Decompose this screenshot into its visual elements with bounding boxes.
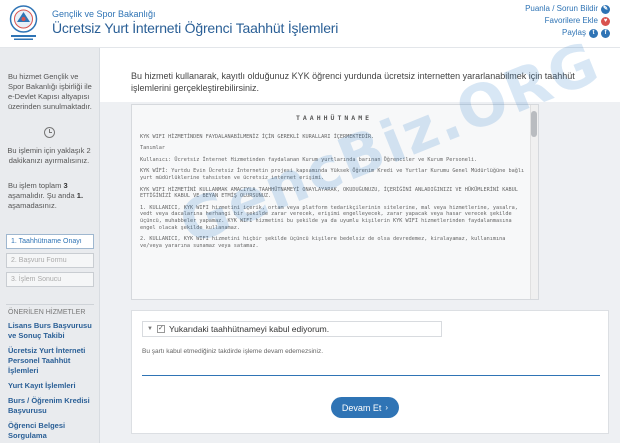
contract-paragraph: Kullanıcı: Ücretsiz İnternet Hizmetinden… xyxy=(140,156,478,163)
service-link[interactable]: Öğrenci Belgesi Sorgulama xyxy=(8,421,96,441)
step-item-result: 3. İşlem Sonucu xyxy=(6,272,94,287)
ministry-logo xyxy=(7,4,40,42)
top-links: Puanla / Sorun Bildir ✎ Favorilere Ekle … xyxy=(525,3,610,39)
divider xyxy=(6,304,94,305)
caret-down-icon: ▼ xyxy=(147,326,153,332)
page-title: Ücretsiz Yurt İnterneti Öğrenci Taahhüt … xyxy=(52,20,339,36)
service-link[interactable]: Ücretsiz Yurt İnterneti Personel Taahhüt… xyxy=(8,346,96,376)
agree-note: Bu şartı kabul etmediğiniz takdirde işle… xyxy=(142,348,324,355)
contract-paragraph: KYK WIFI HİZMETİNİ KULLANMAK AMACIYLA TA… xyxy=(140,186,518,200)
contract-paragraph: 1. KULLANICI, KYK WIFI hizmetini içerik,… xyxy=(140,204,518,231)
agree-label: Yukarıdaki taahhütnameyi kabul ediyorum. xyxy=(168,324,330,334)
chevron-right-icon: › xyxy=(385,403,389,412)
support-link[interactable]: Puanla / Sorun Bildir xyxy=(525,3,598,15)
recommended-services-title: ÖNERİLEN HİZMETLER xyxy=(8,309,86,316)
contract-title: TAAHHÜTNAME xyxy=(295,114,373,122)
facebook-icon[interactable]: f xyxy=(601,28,610,38)
contract-scrollbar[interactable] xyxy=(530,105,538,299)
contract-paragraph: KYK WİFİ: Yurtdu Evin Ücretsiz İnterneti… xyxy=(140,168,525,181)
sidebar: Bu hizmet Gençlik ve Spor Bakanlığı işbi… xyxy=(0,48,100,443)
share-label: Paylaş xyxy=(561,28,586,37)
agree-checkbox[interactable]: ✓ xyxy=(156,325,165,333)
scrollbar-thumb[interactable] xyxy=(531,111,537,137)
contract-paragraph: Tanımlar xyxy=(140,145,165,152)
service-link[interactable]: Burs / Öğrenim Kredisi Başvurusu xyxy=(8,396,96,416)
step-list: 1. Taahhütname Onayı 2. Başvuru Formu 3.… xyxy=(6,234,94,291)
service-link[interactable]: Lisans Burs Başvurusu ve Sonuç Takibi xyxy=(8,321,96,341)
intro-area: Bu hizmeti kullanarak, kayıtlı olduğunuz… xyxy=(100,48,620,102)
divider xyxy=(142,375,600,376)
step-item-form: 2. Başvuru Formu xyxy=(6,253,94,268)
service-link[interactable]: Yurt Kayıt İşlemleri xyxy=(8,381,96,391)
continue-label: Devam Et xyxy=(341,402,382,413)
steps-info: Bu işlem toplam 3 aşamalıdır. Şu anda 1.… xyxy=(8,181,84,210)
contract-text: TAAHHÜTNAME KYK WIFI HİZMETİNDEN FAYDALA… xyxy=(140,115,528,254)
duration-info: Bu işlemin için yaklaşık 2 dakikanızı ay… xyxy=(7,146,91,165)
service-info: Bu hizmet Gençlik ve Spor Bakanlığı işbi… xyxy=(8,72,92,111)
twitter-icon[interactable]: t xyxy=(589,28,598,38)
contract-paragraph: KYK WIFI HİZMETİNDEN FAYDALANABİLMENİZ İ… xyxy=(140,133,375,140)
contract-paragraph: 2. KULLANICI, KYK WIFI hizmetini hiçbir … xyxy=(140,236,506,249)
ministry-name[interactable]: Gençlik ve Spor Bakanlığı xyxy=(52,9,156,19)
favorites-link[interactable]: Favorilere Ekle xyxy=(545,15,598,27)
intro-text: Bu hizmeti kullanarak, kayıtlı olduğunuz… xyxy=(131,71,575,93)
continue-button[interactable]: Devam Et › xyxy=(331,397,399,418)
clock-icon xyxy=(44,127,55,138)
contract-box[interactable]: TAAHHÜTNAME KYK WIFI HİZMETİNDEN FAYDALA… xyxy=(131,104,539,300)
approval-panel: ▼ ✓ Yukarıdaki taahhütnameyi kabul ediyo… xyxy=(131,310,609,434)
comment-icon[interactable]: ✎ xyxy=(601,4,610,14)
step-item-approval: 1. Taahhütname Onayı xyxy=(6,234,94,249)
heart-icon[interactable]: ♥ xyxy=(601,16,610,26)
main-content: Bu hizmeti kullanarak, kayıtlı olduğunuz… xyxy=(100,48,620,443)
agree-checkbox-row[interactable]: ▼ ✓ Yukarıdaki taahhütnameyi kabul ediyo… xyxy=(142,321,442,337)
header: Gençlik ve Spor Bakanlığı Ücretsiz Yurt … xyxy=(0,0,620,48)
recommended-services: Lisans Burs Başvurusu ve Sonuç Takibi Üc… xyxy=(8,321,96,443)
